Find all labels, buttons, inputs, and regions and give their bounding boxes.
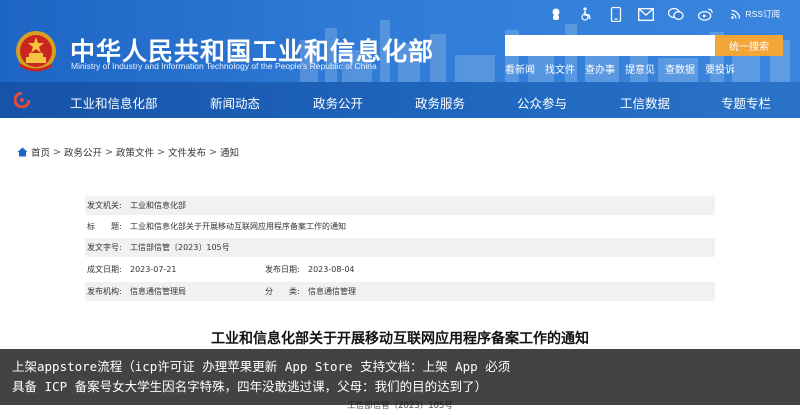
top-icon-bar: RSS订阅 [548,6,780,22]
meta-issuer-label: 发文机关: [87,201,122,210]
search-button[interactable]: 统一搜索 [715,35,783,56]
meta-published-label: 发布日期: [265,265,300,274]
meta-row-issuer: 发文机关: 工业和信息化部 [85,196,715,215]
caption-line-2: 具备 ICP 备案号女大学生因名字特殊，四年没敢逃过课，父母：我们的目的达到了） [12,379,488,394]
mascot-icon[interactable] [548,6,564,22]
breadcrumb-notice[interactable]: 通知 [220,145,239,159]
quick-link-news[interactable]: 看新闻 [505,61,535,76]
breadcrumb-separator: > [208,146,217,158]
breadcrumb: 首页 > 政务公开 > 政策文件 > 文件发布 > 通知 [17,145,239,159]
breadcrumb-separator: > [53,146,61,158]
mobile-icon[interactable] [608,6,624,22]
weibo-icon[interactable] [697,6,714,22]
breadcrumb-separator: > [105,146,113,158]
nav-item-data[interactable]: 工信数据 [620,93,670,112]
quick-link-complaint[interactable]: 要投诉 [705,61,735,76]
quick-link-feedback[interactable]: 提意见 [625,61,655,76]
quick-link-services[interactable]: 查办事 [585,61,615,76]
quick-link-data[interactable]: 查数据 [665,61,695,76]
nav-item-government-services[interactable]: 政务服务 [415,93,465,112]
breadcrumb-policy-files[interactable]: 政策文件 [116,145,154,159]
caption-line-1: 上架appstore流程（icp许可证 办理苹果更新 App Store 支持文… [12,359,511,374]
article-title: 工业和信息化部关于开展移动互联网应用程序备案工作的通知 [211,331,589,347]
home-logo-icon[interactable] [14,92,30,108]
national-emblem-icon [16,31,56,72]
main-nav: 工业和信息化部 新闻动态 政务公开 政务服务 公众参与 工信数据 专题专栏 [0,82,800,118]
breadcrumb-government-affairs[interactable]: 政务公开 [64,145,102,159]
home-icon[interactable] [17,147,28,157]
breadcrumb-file-release[interactable]: 文件发布 [168,145,206,159]
meta-title-label: 标 题: [87,222,122,231]
site-header: 中华人民共和国工业和信息化部 Ministry of Industry and … [0,0,800,82]
meta-agency-label: 发布机构: [87,287,122,296]
meta-category-label: 分 类: [265,287,300,296]
meta-row-title: 标 题: 工业和信息化部关于开展移动互联网应用程序备案工作的通知 [85,217,715,236]
meta-row-dates: 成文日期: 2023-07-21 发布日期: 2023-08-04 [85,260,715,279]
meta-published-value: 2023-08-04 [308,265,355,274]
meta-created-value: 2023-07-21 [130,265,177,274]
meta-docno-label: 发文字号: [87,243,122,252]
site-subtitle: Ministry of Industry and Information Tec… [71,61,377,71]
wechat-icon[interactable] [667,6,684,22]
nav-item-ministry[interactable]: 工业和信息化部 [70,93,158,112]
meta-row-docno: 发文字号: 工信部信管〔2023〕105号 [85,238,715,257]
quick-link-files[interactable]: 找文件 [545,61,575,76]
breadcrumb-separator: > [156,146,165,158]
accessibility-icon[interactable] [578,6,594,22]
quick-links: 看新闻 找文件 查办事 提意见 查数据 要投诉 [505,61,735,76]
breadcrumb-home[interactable]: 首页 [31,145,50,159]
meta-docno-value: 工信部信管〔2023〕105号 [130,243,230,252]
search-bar: 统一搜索 [505,35,783,56]
meta-category-value: 信息通信管理 [308,287,356,296]
rss-subscribe-label[interactable]: RSS订阅 [746,8,780,20]
meta-title-value: 工业和信息化部关于开展移动互联网应用程序备案工作的通知 [130,222,346,231]
search-input[interactable] [505,35,715,56]
nav-item-public-participation[interactable]: 公众参与 [517,93,567,112]
mail-icon[interactable] [637,6,654,22]
meta-row-agency: 发布机构: 信息通信管理局 分 类: 信息通信管理 [85,282,715,301]
nav-item-news[interactable]: 新闻动态 [210,93,260,112]
meta-agency-value: 信息通信管理局 [130,287,186,296]
rss-icon[interactable] [728,6,744,22]
nav-item-topics[interactable]: 专题专栏 [721,93,771,112]
meta-issuer-value: 工业和信息化部 [130,201,186,210]
meta-created-label: 成文日期: [87,265,122,274]
nav-item-government-affairs[interactable]: 政务公开 [313,93,363,112]
caption-overlay: 上架appstore流程（icp许可证 办理苹果更新 App Store 支持文… [0,349,800,405]
